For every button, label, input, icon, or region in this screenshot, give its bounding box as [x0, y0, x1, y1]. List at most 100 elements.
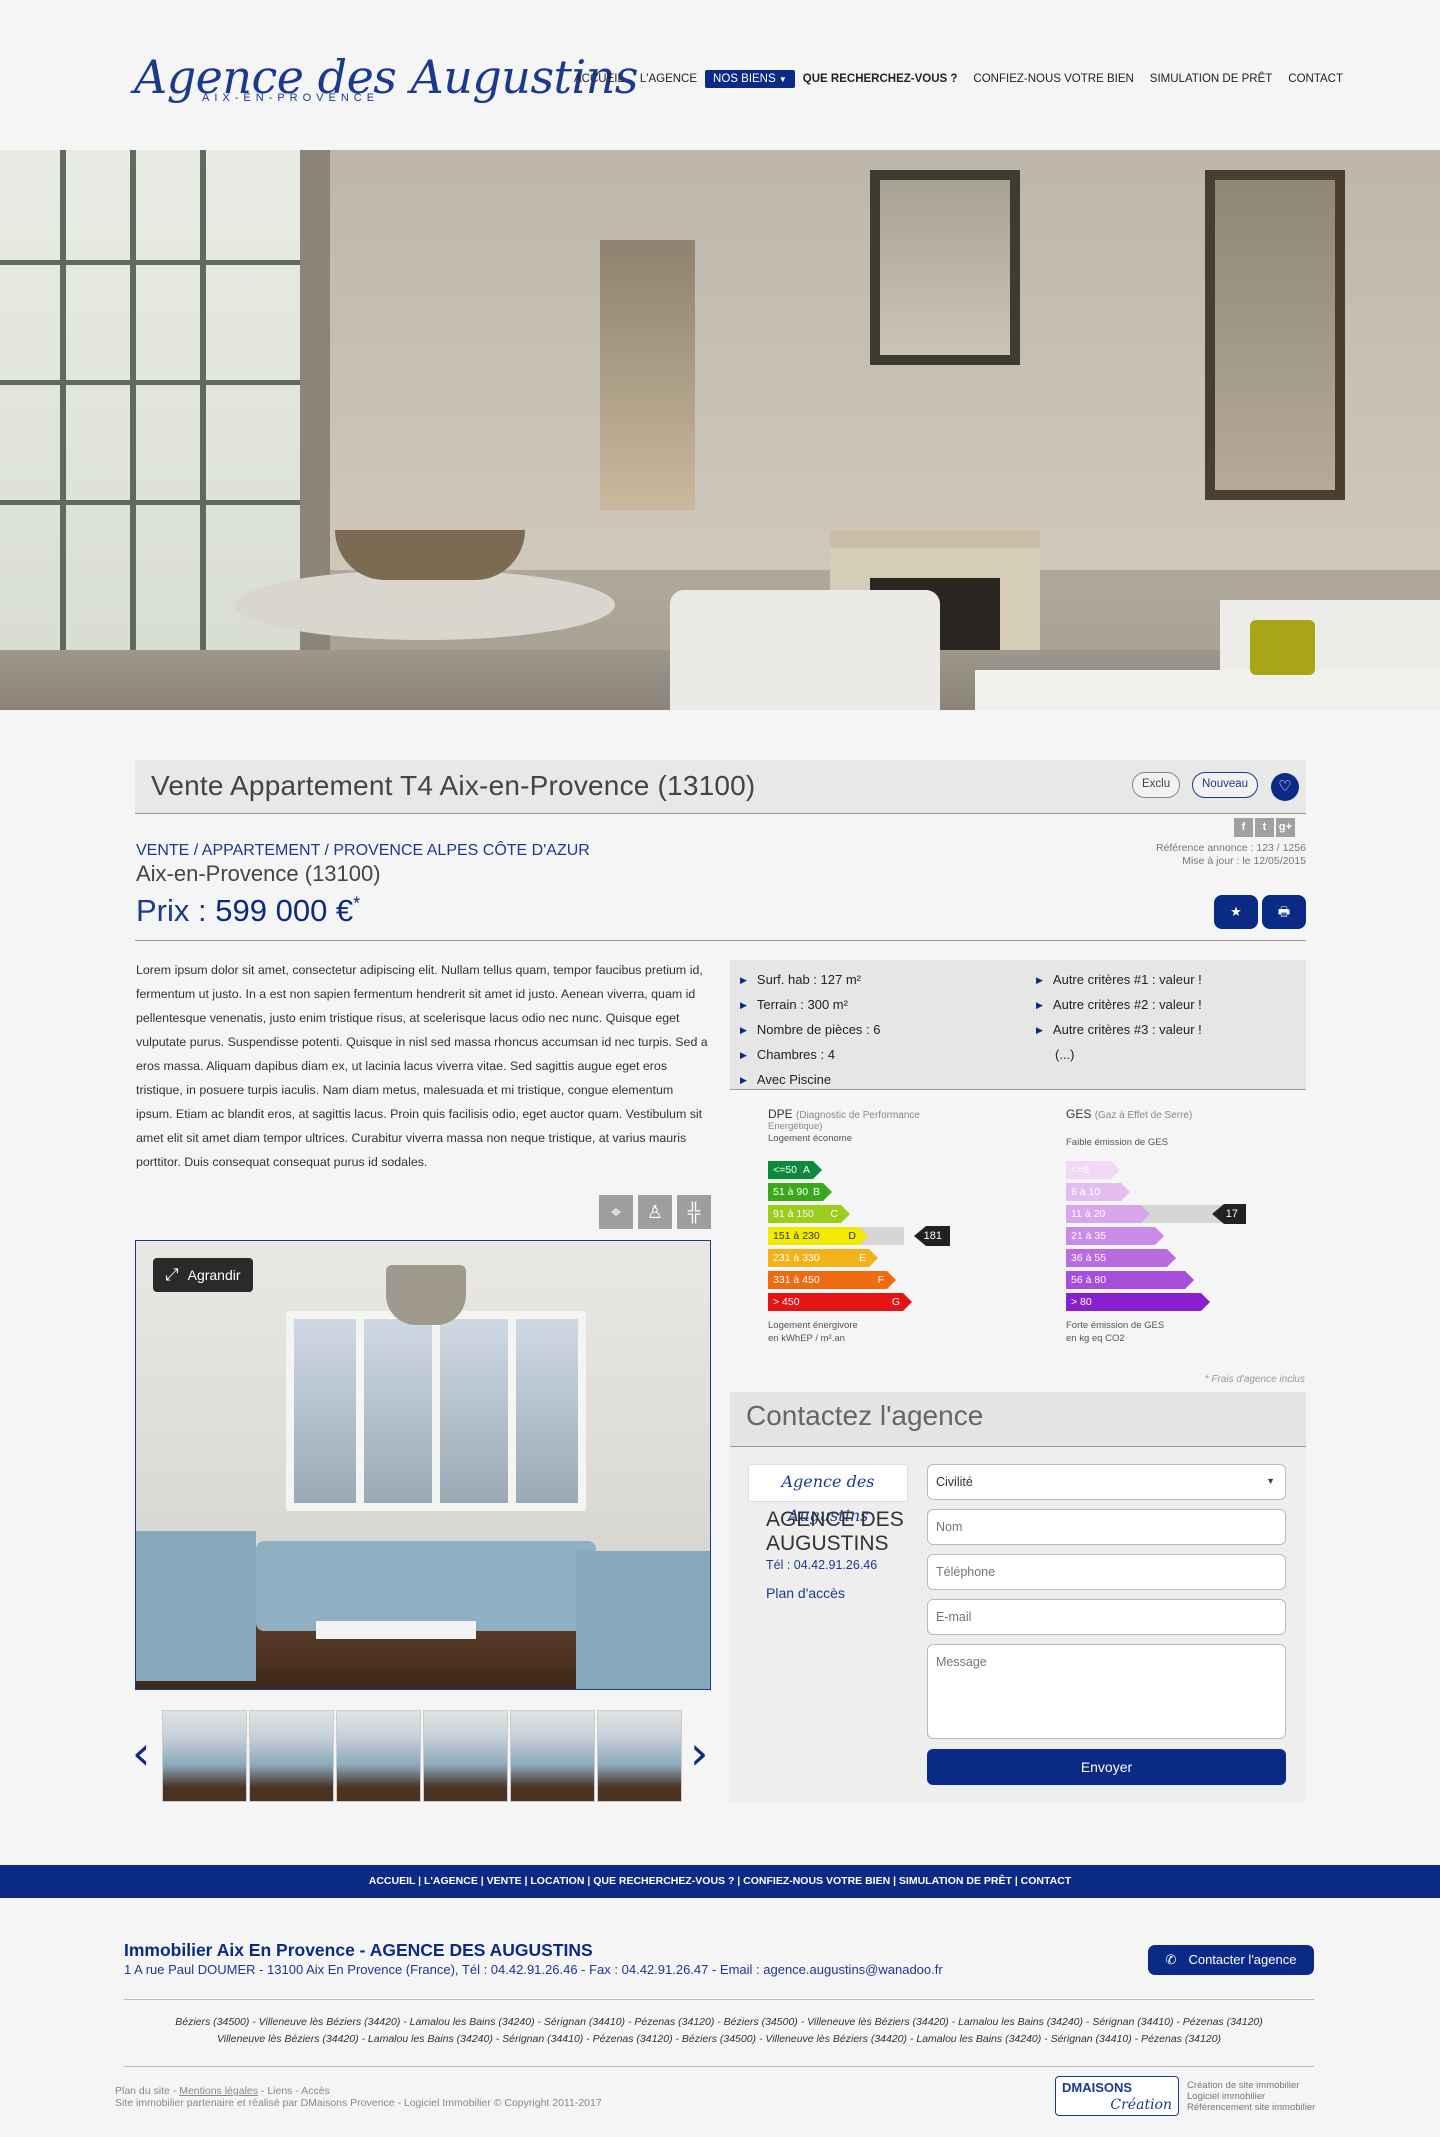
footer-divider	[124, 1999, 1314, 2000]
message-textarea[interactable]	[927, 1644, 1286, 1739]
thumbnail-strip	[162, 1710, 682, 1802]
footer-nav[interactable]: ACCUEIL | L'AGENCE | VENTE | LOCATION | …	[0, 1865, 1440, 1898]
dpe-class-label: 331 à 450	[773, 1274, 820, 1286]
print-icon: 🖶	[1277, 904, 1291, 919]
footer-address: 1 A rue Paul DOUMER - 13100 Aix En Prove…	[124, 1962, 943, 1977]
dpe-class-d: 151 à 230 D	[768, 1227, 868, 1245]
thumbnail[interactable]	[597, 1710, 682, 1802]
thumbnail[interactable]	[336, 1710, 421, 1802]
dpe-title: DPE (Diagnostic de Performance	[768, 1107, 968, 1121]
name-input[interactable]	[927, 1509, 1286, 1545]
favorite-heart-icon[interactable]: ♡	[1271, 773, 1299, 801]
listing-title-bar: Vente Appartement T4 Aix-en-Provence (13…	[135, 760, 1306, 814]
service-line: Référencement site immobilier	[1187, 2102, 1316, 2113]
dpe-class-a: <=50 A	[768, 1161, 822, 1179]
chevron-down-icon: ▼	[778, 75, 787, 84]
thumbnail[interactable]	[423, 1710, 508, 1802]
ges-class-5: 36 à 55	[1066, 1249, 1176, 1267]
dpe-value-marker: 181	[914, 1226, 950, 1246]
bookmark-star-button[interactable]: ★	[1214, 895, 1258, 929]
badge-exclu: Exclu	[1132, 772, 1181, 798]
nav-nos-biens[interactable]: NOS BIENS ▼	[705, 70, 795, 88]
dpe-class-label: > 450	[773, 1296, 800, 1308]
dpe-class-label: 151 à 230	[773, 1230, 820, 1242]
ges-unit: en kg eq CO2	[1066, 1333, 1125, 1344]
floor-plan-icon[interactable]: ╬	[677, 1195, 711, 1229]
dpe-class-letter: F	[877, 1274, 884, 1286]
nav-agence[interactable]: L'AGENCE	[632, 70, 705, 88]
main-photo[interactable]: ⤢ Agrandir	[135, 1240, 711, 1690]
towns-line: Béziers (34500) - Villeneuve lès Béziers…	[175, 2016, 1263, 2028]
nav-accueil[interactable]: ACCUEIL	[566, 70, 632, 88]
listing-title: Vente Appartement T4 Aix-en-Provence (13…	[151, 770, 756, 801]
feature-item: Surf. hab : 127 m²	[740, 968, 881, 993]
dpe-class-e: 231 à 330 E	[768, 1249, 878, 1267]
print-button[interactable]: 🖶	[1262, 895, 1306, 929]
ges-bottom-text: Forte émission de GES	[1066, 1320, 1165, 1331]
breadcrumb[interactable]: VENTE / APPARTEMENT / PROVENCE ALPES CÔT…	[136, 842, 590, 860]
ges-top-label: Faible émission de GES	[1066, 1137, 1168, 1148]
dpe-class-c: 91 à 150 C	[768, 1205, 850, 1223]
dpe-class-g: > 450 G	[768, 1293, 912, 1311]
features-box: Surf. hab : 127 m² Terrain : 300 m² Nomb…	[730, 960, 1306, 1090]
send-button[interactable]: Envoyer	[927, 1749, 1286, 1785]
chevron-left-icon[interactable]: ‹	[132, 1728, 150, 1778]
service-line: Création de site immobilier	[1187, 2080, 1300, 2091]
ges-class-label: 36 à 55	[1071, 1252, 1107, 1264]
enlarge-button[interactable]: ⤢ Agrandir	[153, 1258, 253, 1292]
contact-header: Contactez l'agence	[730, 1392, 1306, 1447]
dpe-block: DPE (Diagnostic de Performance Energétiq…	[768, 1107, 968, 1144]
feature-item: Autre critères #2 : valeur !	[1036, 993, 1202, 1018]
agency-fees-note: * Frais d'agence inclus	[1204, 1374, 1305, 1385]
ges-title: GES (Gaz à Effet de Serre)	[1066, 1107, 1286, 1121]
site-logo-subtitle: AIX-EN-PROVENCE	[202, 92, 380, 104]
features-list-right: Autre critères #1 : valeur ! Autre critè…	[1036, 968, 1202, 1068]
legal-link[interactable]: Mentions légales	[179, 2085, 258, 2097]
links-link[interactable]: - Liens - Accès	[258, 2085, 330, 2097]
ges-class-label: 11 à 20	[1071, 1208, 1106, 1220]
chevron-right-icon[interactable]: ›	[690, 1728, 708, 1778]
dpe-bottom-label: Logement énergivore en kWhEP / m².an	[768, 1319, 858, 1345]
ges-class-6: 56 à 80	[1066, 1271, 1194, 1289]
nav-nos-biens-label: NOS BIENS	[713, 73, 776, 85]
twitter-share-icon[interactable]: t	[1255, 818, 1274, 837]
thumbnail[interactable]	[510, 1710, 595, 1802]
phone-input[interactable]	[927, 1554, 1286, 1590]
ges-class-label: > 80	[1071, 1296, 1092, 1308]
facebook-share-icon[interactable]: f	[1234, 818, 1253, 837]
reference-number: Référence annonce : 123 / 1256	[1155, 842, 1306, 854]
civility-select[interactable]: Civilité ▼	[927, 1464, 1286, 1500]
thumbnail[interactable]	[249, 1710, 334, 1802]
footer-credit: Site immobilier partenaire et réalisé pa…	[115, 2097, 602, 2109]
ges-scale: <=5 6 à 10 11 à 20 17 21 à 35 36 à 55 56…	[1066, 1161, 1286, 1311]
price-label: Prix :	[136, 893, 207, 928]
dpe-class-letter: C	[830, 1208, 838, 1220]
access-map-link[interactable]: Plan d'accès	[766, 1585, 845, 1601]
ges-class-3: 11 à 20	[1066, 1205, 1150, 1223]
feature-item: (...)	[1055, 1047, 1075, 1062]
email-input[interactable]	[927, 1599, 1286, 1635]
nav-que-recherchez-vous[interactable]: QUE RECHERCHEZ-VOUS ?	[795, 70, 966, 88]
contact-title: Contactez l'agence	[746, 1400, 984, 1431]
feature-item: Autre critères #1 : valeur !	[1036, 968, 1202, 993]
listing-price: Prix : 599 000 €*	[136, 893, 360, 929]
sitemap-link[interactable]: Plan du site -	[115, 2085, 179, 2097]
map-pin-icon[interactable]: ⌖	[599, 1195, 633, 1229]
dpe-class-letter: A	[802, 1164, 810, 1176]
dpe-top-label: Logement économe	[768, 1133, 852, 1144]
dpe-title-text: DPE	[768, 1107, 793, 1121]
ges-class-label: 21 à 35	[1071, 1230, 1107, 1242]
nav-confiez-nous[interactable]: CONFIEZ-NOUS VOTRE BIEN	[965, 70, 1141, 88]
expand-icon: ⤢	[165, 1265, 179, 1284]
nav-simulation-pret[interactable]: SIMULATION DE PRÊT	[1142, 70, 1280, 88]
hero-image	[0, 150, 1440, 710]
contact-agency-label: Contacter l'agence	[1188, 1952, 1297, 1967]
street-view-icon[interactable]: ♙	[638, 1195, 672, 1229]
google-plus-share-icon[interactable]: g+	[1276, 818, 1295, 837]
contact-agency-button[interactable]: ✆ Contacter l'agence	[1148, 1945, 1314, 1975]
features-list-left: Surf. hab : 127 m² Terrain : 300 m² Nomb…	[740, 968, 881, 1093]
nav-contact[interactable]: CONTACT	[1280, 70, 1351, 88]
dmaisons-logo[interactable]: DMAISONS Création	[1055, 2076, 1179, 2116]
agency-name: AGENCE DES AUGUSTINS	[766, 1508, 904, 1555]
thumbnail[interactable]	[162, 1710, 247, 1802]
